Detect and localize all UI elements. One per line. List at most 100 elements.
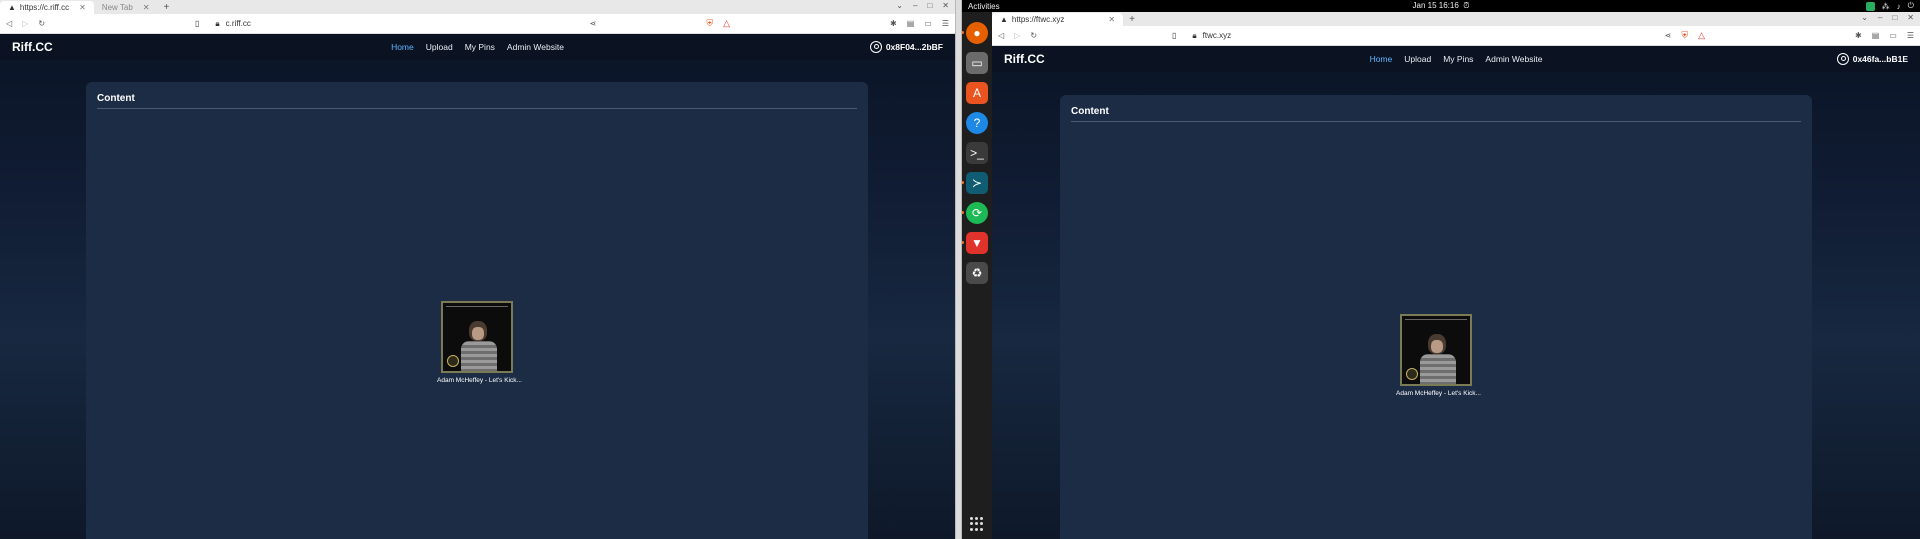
- album-cover[interactable]: [441, 301, 513, 373]
- extensions-icon[interactable]: ✱: [1855, 31, 1862, 40]
- forward-icon[interactable]: ▷: [22, 19, 28, 28]
- content-card[interactable]: Adam McHeffey - Let's Kick...: [1396, 314, 1481, 397]
- content-card[interactable]: Adam McHeffey - Let's Kick...: [437, 301, 522, 384]
- lock-icon: 🔒︎: [1192, 30, 1197, 40]
- user-circle-icon: [869, 41, 882, 53]
- card-title[interactable]: Adam McHeffey - Let's Kick...: [437, 377, 522, 384]
- tab-label: https://c.riff.cc: [19, 3, 70, 12]
- share-icon[interactable]: ⋖: [590, 19, 597, 28]
- tab-ftwc[interactable]: ▲ https://ftwc.xyz ✕: [992, 13, 1124, 26]
- nav-home[interactable]: Home: [391, 42, 414, 52]
- back-icon[interactable]: ◁: [6, 19, 12, 28]
- dock: ● ▭ A ? >_ ≻ ⟳ ▼ ♻: [962, 12, 992, 539]
- clock-text: Jan 15 16:16: [1412, 1, 1459, 10]
- power-icon[interactable]: ⏻: [1908, 1, 1914, 11]
- chevron-down-icon[interactable]: ⌄: [1861, 13, 1868, 22]
- wallet-address: 0x46fa...bB1E: [1852, 54, 1908, 64]
- bookmark-icon[interactable]: ▯: [195, 19, 199, 28]
- tab-riff[interactable]: ▲ https://c.riff.cc ✕: [0, 1, 94, 14]
- network-icon[interactable]: ⁂: [1882, 2, 1890, 11]
- nav-upload[interactable]: Upload: [426, 42, 453, 52]
- url-text: c.riff.cc: [225, 19, 251, 28]
- cover-text-line: [1405, 319, 1467, 322]
- wallet-account[interactable]: 0x46fa...bB1E: [1836, 53, 1908, 65]
- wallet-account[interactable]: 0x8F04...2bBF: [869, 41, 943, 53]
- close-window-icon[interactable]: ✕: [1907, 13, 1914, 22]
- files-icon[interactable]: ▭: [966, 52, 988, 74]
- divider: [1071, 121, 1801, 122]
- activities-button[interactable]: Activities: [968, 2, 1000, 11]
- menu-icon[interactable]: ☰: [942, 19, 949, 28]
- main-nav: Home Upload My Pins Admin Website: [391, 42, 564, 52]
- system-tray: ⁂ ♪ ⏻: [1865, 1, 1914, 11]
- sync-icon[interactable]: ⟳: [962, 202, 988, 224]
- brave-shield-icon[interactable]: ⛨: [1681, 30, 1688, 41]
- lock-icon: 🔒︎: [215, 18, 220, 28]
- album-cover[interactable]: [1400, 314, 1472, 386]
- volume-icon[interactable]: ♪: [1897, 2, 1901, 11]
- cover-person-body: [461, 341, 497, 371]
- close-tab-icon[interactable]: ✕: [1108, 15, 1115, 24]
- app-center-icon[interactable]: A: [966, 82, 988, 104]
- tab-bar: ▲ https://ftwc.xyz ✕ + ⌄ – □ ✕: [992, 12, 1920, 26]
- reload-icon[interactable]: ↻: [1030, 31, 1037, 40]
- nav-my-pins[interactable]: My Pins: [1443, 54, 1473, 64]
- content-panel: Content Adam McHeffey - Let's Kick...: [1060, 95, 1812, 539]
- content-panel: Content Adam McHeffey - Let's Kick...: [86, 82, 868, 539]
- close-window-icon[interactable]: ✕: [942, 1, 949, 10]
- menu-icon[interactable]: ☰: [1907, 31, 1914, 40]
- firefox-icon[interactable]: ●: [962, 22, 988, 44]
- warning-icon: ▲: [8, 3, 16, 12]
- extensions-icon[interactable]: ✱: [890, 19, 897, 28]
- clock[interactable]: Jan 15 16:16 ⏰︎: [1413, 1, 1470, 11]
- bookmark-icon[interactable]: ▯: [1172, 31, 1176, 40]
- section-title: Content: [97, 93, 135, 104]
- site-header: Riff.CC Home Upload My Pins Admin Websit…: [992, 46, 1920, 72]
- minimize-icon[interactable]: –: [913, 1, 917, 10]
- nav-home[interactable]: Home: [1370, 54, 1393, 64]
- nav-admin-website[interactable]: Admin Website: [1485, 54, 1542, 64]
- reload-icon[interactable]: ↻: [38, 19, 45, 28]
- sidebar-icon[interactable]: ▤: [907, 19, 915, 28]
- sidebar-icon[interactable]: ▤: [1872, 31, 1880, 40]
- card-title[interactable]: Adam McHeffey - Let's Kick...: [1396, 390, 1481, 397]
- vscode-icon[interactable]: ≻: [962, 172, 988, 194]
- share-icon[interactable]: ⋖: [1665, 31, 1672, 40]
- forward-icon[interactable]: ▷: [1014, 31, 1020, 40]
- close-tab-icon[interactable]: ✕: [143, 3, 150, 12]
- left-monitor: ▲ https://c.riff.cc ✕ New Tab ✕ + ⌄ – □ …: [0, 0, 955, 539]
- brave-rewards-icon[interactable]: △: [723, 18, 730, 29]
- brave-shield-icon[interactable]: ⛨: [706, 18, 713, 29]
- new-tab-button[interactable]: +: [158, 1, 176, 14]
- minimize-icon[interactable]: –: [1878, 13, 1882, 22]
- maximize-icon[interactable]: □: [1892, 13, 1897, 22]
- trash-icon[interactable]: ♻: [966, 262, 988, 284]
- url-field[interactable]: ▯ 🔒︎ ftwc.xyz: [1172, 31, 1231, 41]
- wallet-icon[interactable]: ▭: [924, 19, 932, 28]
- site-logo[interactable]: Riff.CC: [12, 40, 53, 54]
- nav-upload[interactable]: Upload: [1404, 54, 1431, 64]
- tab-new[interactable]: New Tab ✕: [94, 1, 158, 14]
- terminal-icon[interactable]: >_: [966, 142, 988, 164]
- window-controls: ⌄ – □ ✕: [896, 1, 949, 10]
- brave-icon[interactable]: ▼: [962, 232, 988, 254]
- site-header: Riff.CC Home Upload My Pins Admin Websit…: [0, 34, 955, 60]
- maximize-icon[interactable]: □: [927, 1, 932, 10]
- close-tab-icon[interactable]: ✕: [79, 3, 86, 12]
- nav-my-pins[interactable]: My Pins: [465, 42, 495, 52]
- window-divider[interactable]: [955, 0, 962, 539]
- url-field[interactable]: ▯ 🔒︎ c.riff.cc: [195, 19, 251, 29]
- help-icon[interactable]: ?: [966, 112, 988, 134]
- brave-rewards-icon[interactable]: △: [1698, 30, 1705, 41]
- tray-app-icon[interactable]: [1865, 1, 1875, 11]
- cover-person-face: [1431, 340, 1443, 353]
- site-logo[interactable]: Riff.CC: [1004, 52, 1045, 66]
- back-icon[interactable]: ◁: [998, 31, 1004, 40]
- show-apps-icon[interactable]: [970, 517, 984, 531]
- new-tab-button[interactable]: +: [1123, 13, 1141, 26]
- cover-badge-icon: [1406, 368, 1418, 380]
- notification-icon: ⏰︎: [1461, 1, 1470, 10]
- nav-admin-website[interactable]: Admin Website: [507, 42, 564, 52]
- chevron-down-icon[interactable]: ⌄: [896, 1, 903, 10]
- wallet-icon[interactable]: ▭: [1889, 31, 1897, 40]
